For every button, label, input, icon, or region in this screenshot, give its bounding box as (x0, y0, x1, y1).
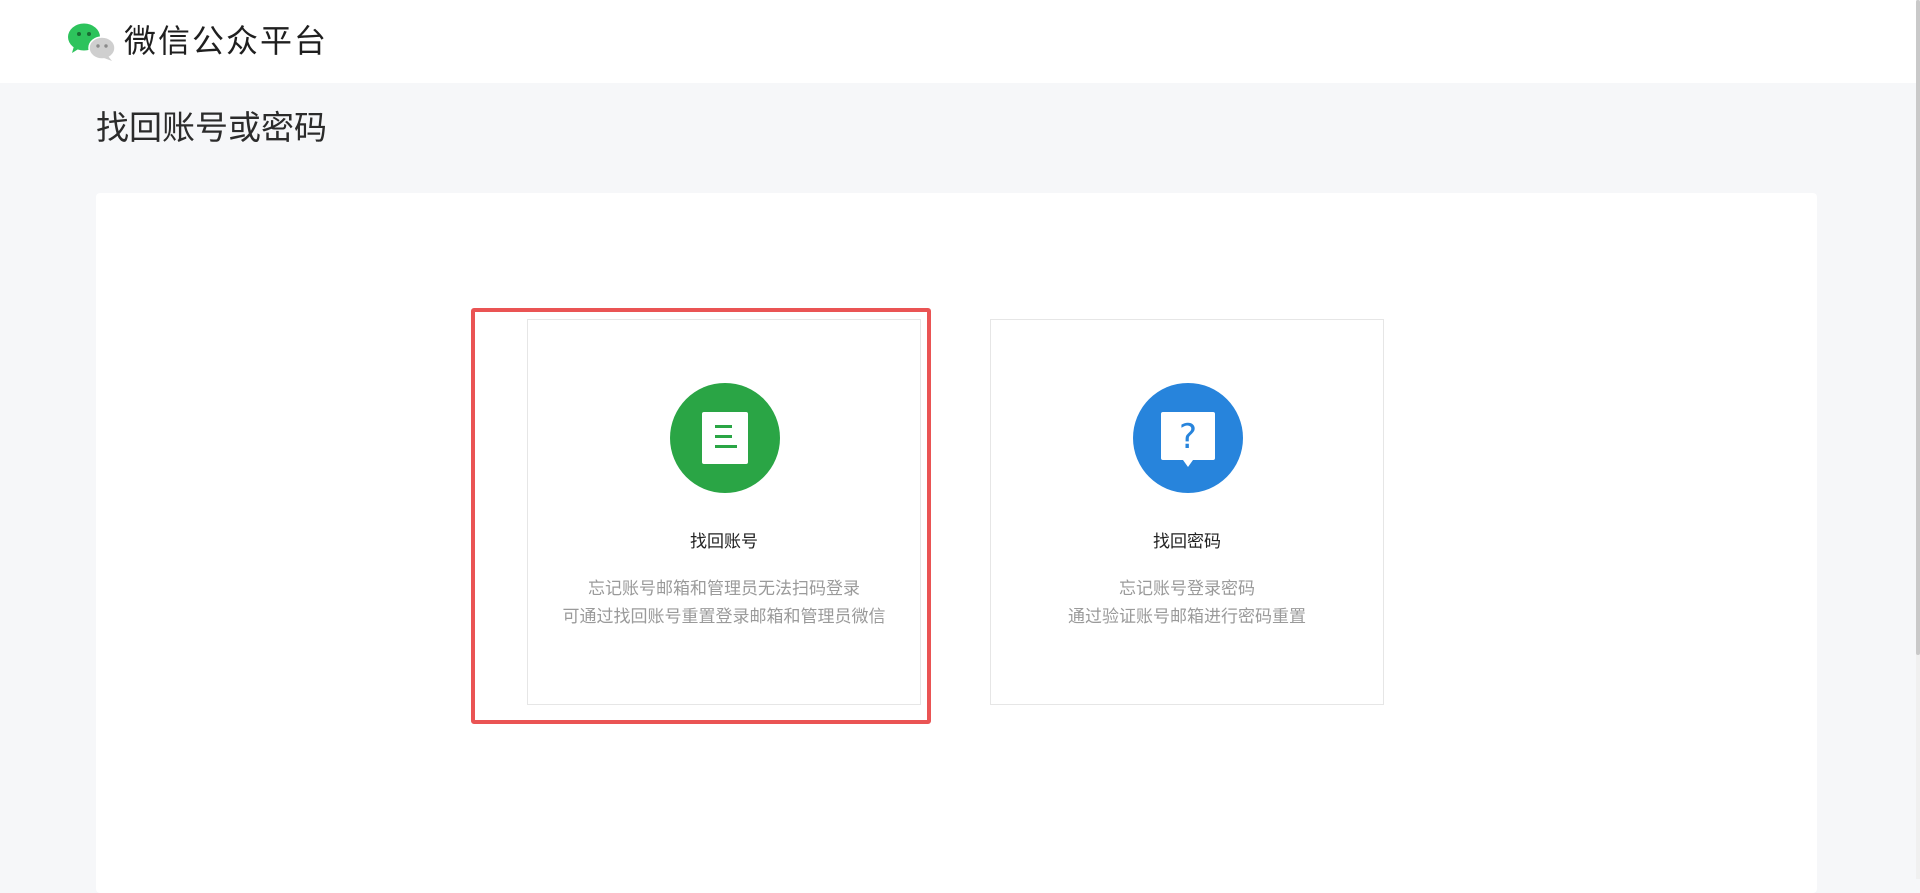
scrollbar-thumb[interactable] (1916, 0, 1920, 655)
brand-name[interactable]: 微信公众平台 (124, 20, 328, 62)
content-panel (96, 193, 1817, 893)
document-icon (702, 412, 748, 464)
scrollbar-track[interactable] (1916, 0, 1920, 879)
recover-account-card[interactable]: 找回账号 忘记账号邮箱和管理员无法扫码登录 可通过找回账号重置登录邮箱和管理员微… (527, 319, 921, 705)
recover-password-card[interactable]: ? 找回密码 忘记账号登录密码 通过验证账号邮箱进行密码重置 (990, 319, 1384, 705)
recover-account-title: 找回账号 (690, 532, 758, 552)
svg-text:?: ? (1179, 417, 1197, 457)
wechat-logo-icon[interactable] (66, 20, 118, 64)
recover-password-title: 找回密码 (1153, 532, 1221, 552)
recover-password-desc-line1: 忘记账号登录密码 (1119, 579, 1255, 599)
recover-account-badge (670, 383, 780, 493)
question-bubble-icon: ? (1161, 412, 1215, 467)
page-title: 找回账号或密码 (96, 108, 327, 147)
recover-password-desc-line2: 通过验证账号邮箱进行密码重置 (1068, 607, 1306, 627)
recover-account-desc-line1: 忘记账号邮箱和管理员无法扫码登录 (588, 579, 860, 599)
recover-password-badge: ? (1133, 383, 1243, 493)
recover-account-desc-line2: 可通过找回账号重置登录邮箱和管理员微信 (562, 607, 886, 627)
top-header: 微信公众平台 (0, 0, 1920, 83)
